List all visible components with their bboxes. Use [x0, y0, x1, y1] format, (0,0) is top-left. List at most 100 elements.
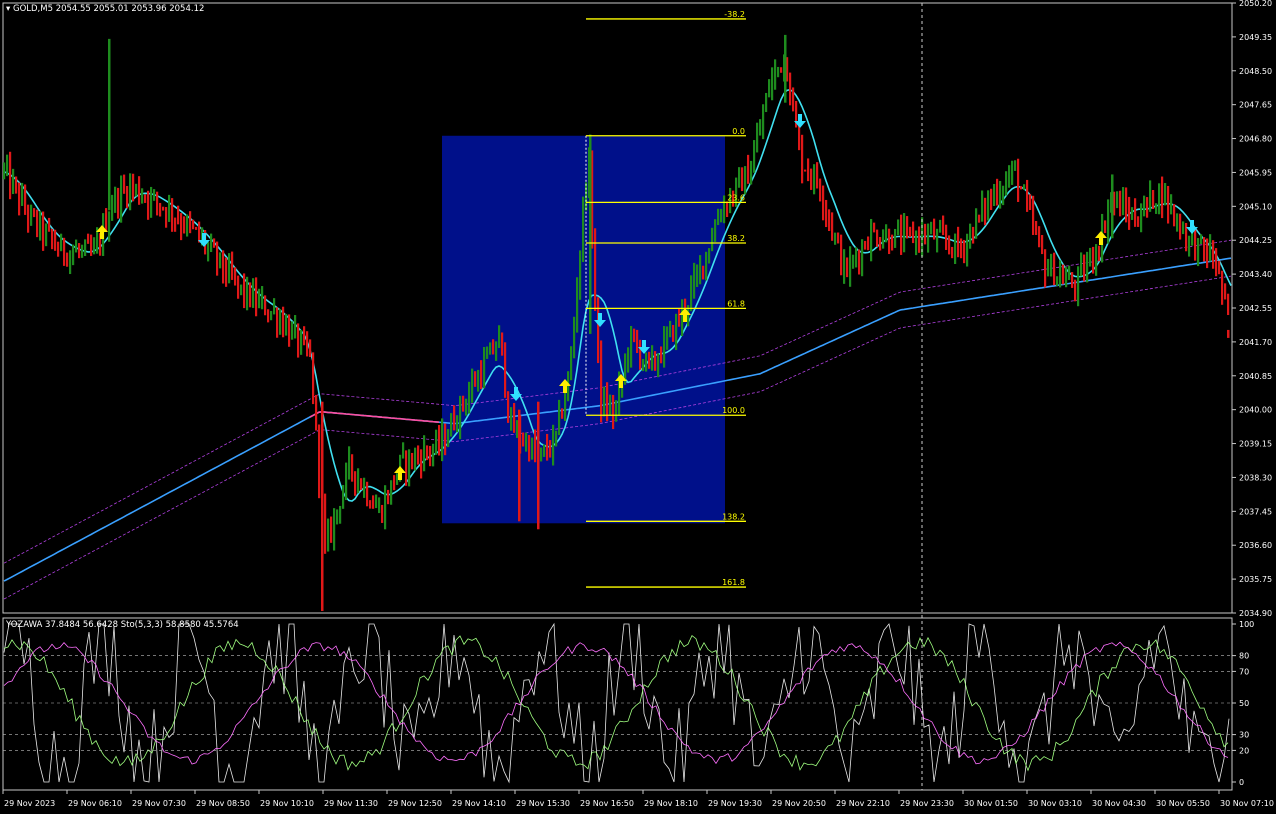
price-bar: [885, 224, 888, 243]
price-bar: [1197, 238, 1200, 267]
price-bar: [891, 234, 894, 251]
price-bar: [1023, 184, 1026, 190]
price-bar: [909, 226, 912, 238]
price-bar: [738, 167, 741, 188]
main-chart-canvas[interactable]: -38.2 0.0 23.6 38.2 61.8 100.0 138.2 161.8 2050.…: [0, 0, 1276, 814]
price-bar: [405, 450, 408, 486]
price-bar: [420, 449, 423, 479]
oscillator-axis-label: 80: [1239, 652, 1249, 661]
price-bar: [111, 194, 114, 221]
price-bar: [888, 228, 891, 255]
price-bar: [147, 190, 150, 220]
price-bar: [354, 471, 357, 496]
price-bar: [123, 174, 126, 194]
price-bar: [471, 368, 474, 403]
price-bar: [612, 394, 615, 430]
price-axis-label: 2043.40: [1239, 270, 1272, 279]
price-bar: [1125, 187, 1128, 223]
price-bar: [753, 140, 756, 173]
price-bar: [720, 208, 723, 223]
price-bar: [303, 326, 306, 346]
price-bar: [1071, 272, 1074, 288]
price-bar: [756, 122, 759, 153]
price-bar: [165, 207, 168, 228]
price-bar: [558, 399, 561, 436]
price-bar: [1119, 190, 1122, 217]
price-bar: [522, 432, 525, 447]
price-bar: [903, 213, 906, 253]
price-axis-label: 2050.20: [1239, 0, 1272, 8]
fibonacci-level-label: 161.8: [722, 578, 745, 587]
price-bar: [90, 234, 93, 256]
price-bar: [690, 275, 693, 312]
collapse-triangle-icon[interactable]: ▾: [6, 4, 10, 14]
price-bar: [1209, 234, 1212, 262]
price-bar: [543, 444, 546, 457]
fibonacci-level-label: 23.6: [727, 193, 745, 202]
price-bar: [9, 151, 12, 200]
price-bar: [546, 433, 549, 461]
up-arrow-icon: [394, 466, 406, 480]
price-bar: [1062, 264, 1065, 285]
price-bar: [51, 228, 54, 250]
price-bar: [963, 239, 966, 264]
price-bar: [258, 288, 261, 309]
price-bar: [264, 295, 267, 316]
price-bar: [243, 273, 246, 309]
price-bar: [45, 223, 48, 247]
price-bar: [1188, 235, 1191, 257]
price-bar: [717, 208, 720, 226]
price-bar: [699, 255, 702, 285]
price-bar: [870, 218, 873, 262]
price-bar: [852, 254, 855, 269]
trading-chart[interactable]: -38.2 0.0 23.6 38.2 61.8 100.0 138.2 161.8 2050.…: [0, 0, 1276, 814]
price-bar: [1218, 260, 1221, 275]
price-bar: [1155, 203, 1158, 214]
price-bar: [435, 429, 438, 455]
price-bar: [408, 449, 411, 487]
price-bar: [774, 59, 777, 90]
price-bar: [696, 264, 699, 287]
price-axis-label: 2046.80: [1239, 135, 1272, 144]
price-bar: [933, 218, 936, 240]
price-bar: [840, 234, 843, 276]
price-bar: [141, 188, 144, 204]
price-bar: [642, 358, 645, 372]
price-bar: [855, 247, 858, 268]
price-bar: [834, 232, 837, 245]
price-bar: [663, 326, 666, 368]
price-bar: [726, 201, 729, 218]
price-bar: [81, 244, 84, 258]
price-bar: [33, 208, 36, 218]
price-bar: [450, 413, 453, 437]
price-bar: [189, 211, 192, 234]
price-bar: [972, 226, 975, 244]
time-axis-label: 29 Nov 19:30: [708, 799, 762, 808]
price-axis-label: 2039.15: [1239, 440, 1272, 449]
price-bar: [384, 485, 387, 530]
price-axis-label: 2049.35: [1239, 33, 1272, 42]
price-bar: [996, 178, 999, 206]
price-bar: [1059, 260, 1062, 288]
price-bar: [1179, 213, 1182, 240]
fibonacci-level-label: -38.2: [724, 10, 745, 19]
price-bar: [966, 233, 969, 267]
price-bar: [156, 191, 159, 216]
price-bar: [114, 186, 117, 213]
price-bar: [48, 217, 51, 232]
time-axis-label: 29 Nov 06:10: [68, 799, 122, 808]
price-axis-label: 2047.65: [1239, 101, 1272, 110]
price-bar: [462, 395, 465, 412]
price-bar: [459, 395, 462, 440]
price-bar: [837, 232, 840, 244]
price-bar: [27, 204, 30, 233]
price-bar: [282, 306, 285, 338]
price-bar: [816, 162, 819, 189]
price-spike-bar: [321, 401, 324, 612]
price-bar: [174, 217, 177, 232]
price-bar: [342, 485, 345, 509]
price-bar: [1011, 160, 1014, 185]
price-bar: [528, 435, 531, 462]
price-bar: [813, 164, 816, 195]
price-bar: [540, 447, 543, 462]
